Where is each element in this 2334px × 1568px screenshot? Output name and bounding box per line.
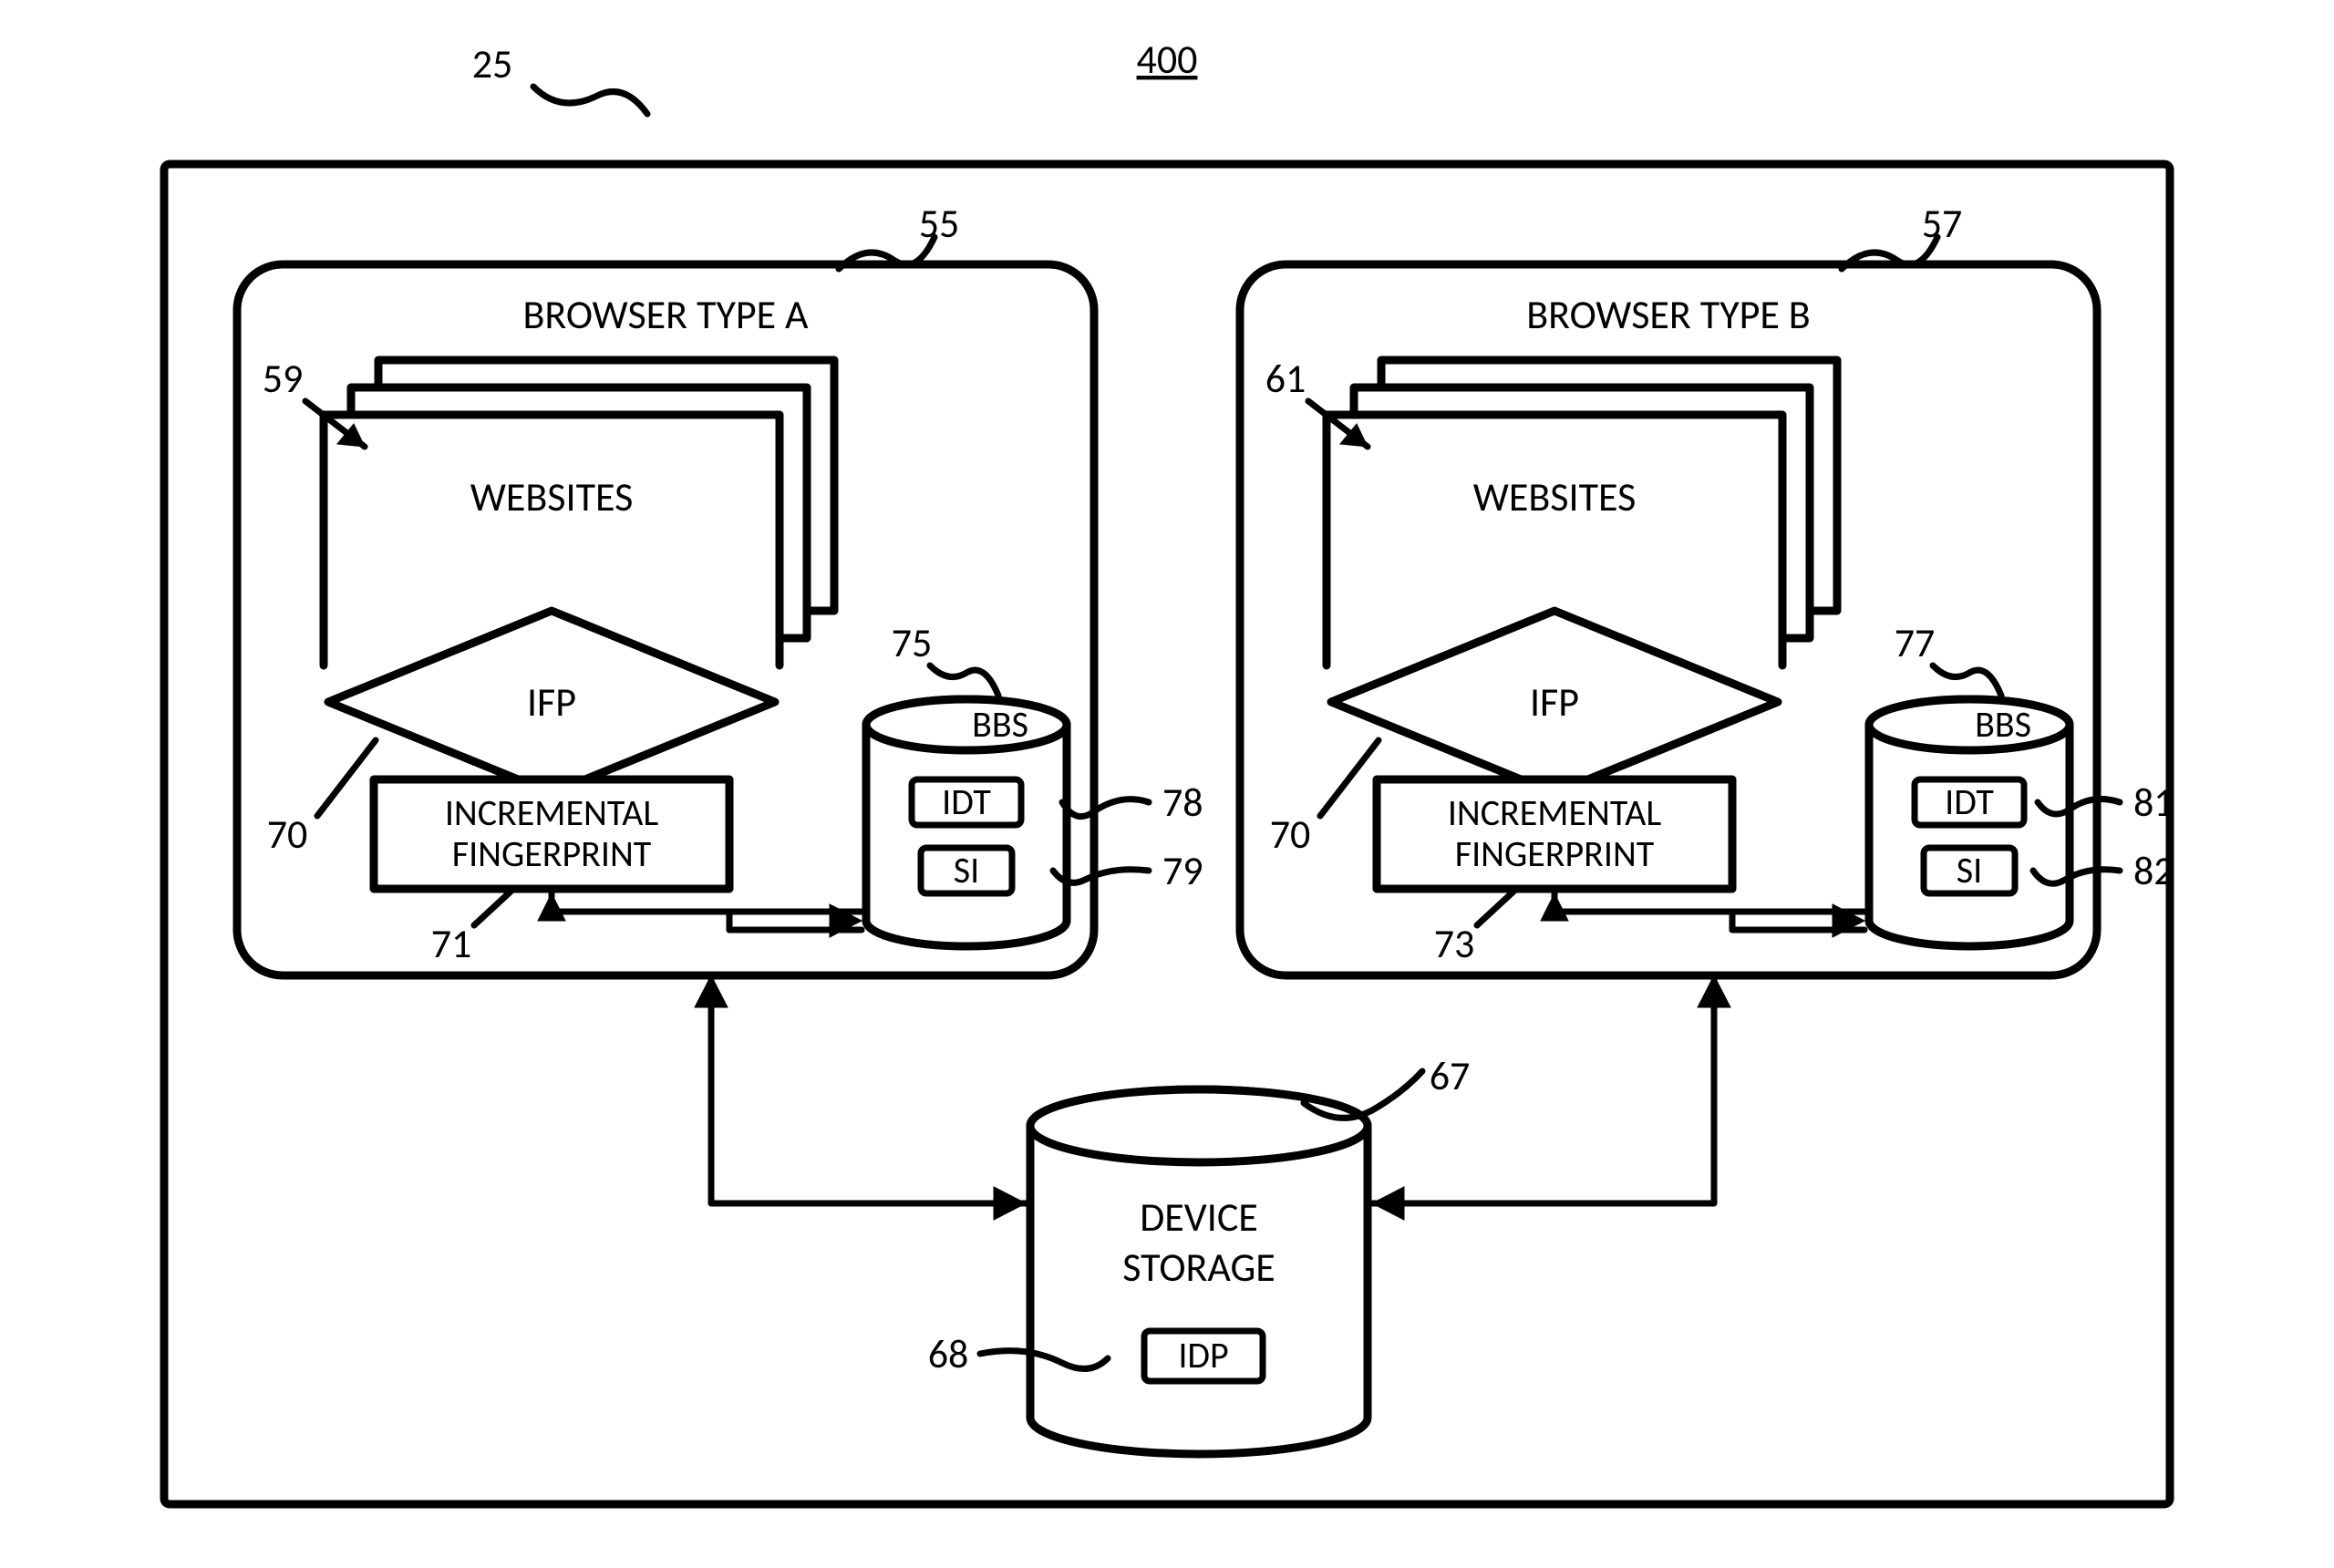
browser-a-incremental-l2: FINGERPRINT [452,831,652,876]
browser-b-bbs-ref: 77 [1895,618,1936,667]
device-storage-label-l1: DEVICE [1140,1192,1258,1242]
browser-b-incremental-l2: FINGERPRINT [1455,831,1655,876]
browser-a-group: BROWSER TYPE A 55 WEBSITES 59 IFP 70 INC… [237,199,1203,975]
browser-b-incremental-l1: INCREMENTAL [1448,790,1662,835]
idp-ref: 68 [928,1329,969,1378]
browser-b-idt-label: IDT [1945,779,1994,824]
browser-a-bbs-label: BBS [972,702,1028,747]
browser-b-ifp-label: IFP [1530,677,1579,727]
browser-a-websites-ref: 59 [263,354,304,403]
browser-b-websites-label: WEBSITES [1473,472,1637,521]
device-storage-ref: 67 [1430,1051,1471,1100]
browser-a-incremental-ref: 71 [431,919,472,968]
browser-b-si-ref: 82 [2133,846,2174,895]
browser-b-incremental-ref: 73 [1434,919,1475,968]
browser-a-si-label: SI [954,848,979,892]
browser-a-idt-label: IDT [942,779,991,824]
ref67-leader [1304,1071,1422,1118]
device-storage-label-l2: STORAGE [1122,1243,1275,1292]
browser-b-bbs-cylinder: BBS IDT SI [1869,699,2070,946]
browser-b-idt-ref: 81 [2133,778,2174,827]
browser-b-title: BROWSER TYPE B [1526,290,1811,339]
outer-ref-label: 25 [472,39,513,88]
browser-a-si-ref: 79 [1162,846,1203,895]
browser-a-ifp-ref: 70 [267,810,308,859]
diagram-canvas: 400 25 BROWSER TYPE A 55 WEBSITES 59 IFP… [0,0,2334,1568]
figure-number: 400 [1137,35,1198,84]
browser-a-title: BROWSER TYPE A [522,290,809,339]
browser-a-bbs-ref: 75 [892,618,933,667]
browser-b-ifp-ref: 70 [1270,810,1311,859]
idp-label: IDP [1178,1333,1228,1377]
arrow-b-to-device [1372,975,1730,1220]
browser-a-bbs-cylinder: BBS IDT SI [866,699,1067,946]
browser-a-ref: 55 [919,199,960,248]
browser-a-idt-ref: 78 [1162,778,1203,827]
arrow-a-to-device [695,975,1026,1220]
outer-ref-leader [533,87,647,114]
browser-b-ref: 57 [1922,199,1963,248]
browser-b-si-label: SI [1957,848,1982,892]
browser-b-bbs-label: BBS [1975,702,2031,747]
browser-a-incremental-l1: INCREMENTAL [445,790,659,835]
browser-a-ifp-label: IFP [527,677,576,727]
device-storage-cylinder: DEVICE STORAGE IDP [1030,1089,1368,1454]
browser-b-group: BROWSER TYPE B 57 WEBSITES 61 IFP 70 INC… [1240,199,2174,975]
browser-b-websites-ref: 61 [1265,354,1306,403]
browser-a-websites-label: WEBSITES [470,472,634,521]
